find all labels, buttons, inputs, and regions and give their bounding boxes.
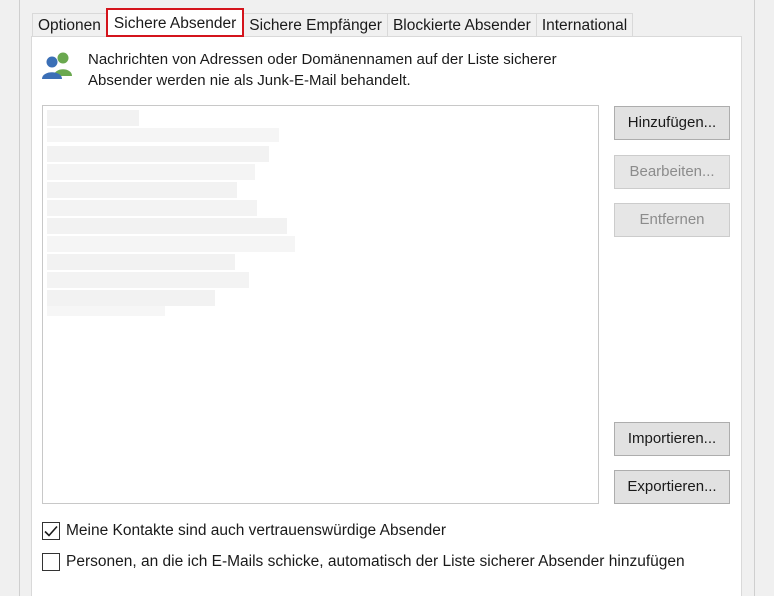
list-item[interactable] (47, 146, 269, 162)
list-item[interactable] (47, 272, 249, 288)
tab-international[interactable]: International (535, 13, 634, 37)
trust-contacts-checkbox[interactable] (42, 522, 60, 540)
list-item[interactable] (47, 290, 215, 306)
trust-contacts-label: Meine Kontakte sind auch vertrauenswürdi… (66, 522, 446, 539)
list-item[interactable] (47, 164, 255, 180)
auto-add-row[interactable]: Personen, an die ich E-Mails schicke, au… (42, 553, 685, 571)
list-item[interactable] (47, 236, 295, 252)
list-item[interactable] (47, 128, 279, 142)
tab-strip: Optionen Sichere Absender Sichere Empfän… (32, 8, 634, 37)
trust-contacts-row[interactable]: Meine Kontakte sind auch vertrauenswürdi… (42, 522, 446, 540)
auto-add-label: Personen, an die ich E-Mails schicke, au… (66, 553, 685, 570)
checkmark-icon (44, 525, 58, 537)
import-button[interactable]: Importieren... (614, 422, 730, 456)
info-text: Nachrichten von Adressen oder Domänennam… (88, 49, 608, 91)
contacts-icon (42, 52, 72, 79)
tab-sichere-empfaenger[interactable]: Sichere Empfänger (243, 13, 388, 37)
list-item[interactable] (47, 200, 257, 216)
list-item[interactable] (47, 110, 139, 126)
list-item[interactable] (47, 182, 237, 198)
tab-blockierte-absender[interactable]: Blockierte Absender (386, 13, 537, 37)
list-item[interactable] (47, 254, 235, 270)
auto-add-checkbox[interactable] (42, 553, 60, 571)
list-item[interactable] (47, 306, 165, 316)
tab-sichere-absender[interactable]: Sichere Absender (105, 8, 245, 37)
edit-button[interactable]: Bearbeiten... (614, 155, 730, 189)
safe-senders-list[interactable] (42, 105, 599, 504)
info-line-1: Nachrichten von Adressen oder Domänennam… (88, 51, 557, 68)
export-button[interactable]: Exportieren... (614, 470, 730, 504)
tab-optionen[interactable]: Optionen (32, 13, 107, 37)
info-line-2: Absender werden nie als Junk-E-Mail beha… (88, 72, 411, 89)
add-button[interactable]: Hinzufügen... (614, 106, 730, 140)
list-item[interactable] (47, 218, 287, 234)
remove-button[interactable]: Entfernen (614, 203, 730, 237)
